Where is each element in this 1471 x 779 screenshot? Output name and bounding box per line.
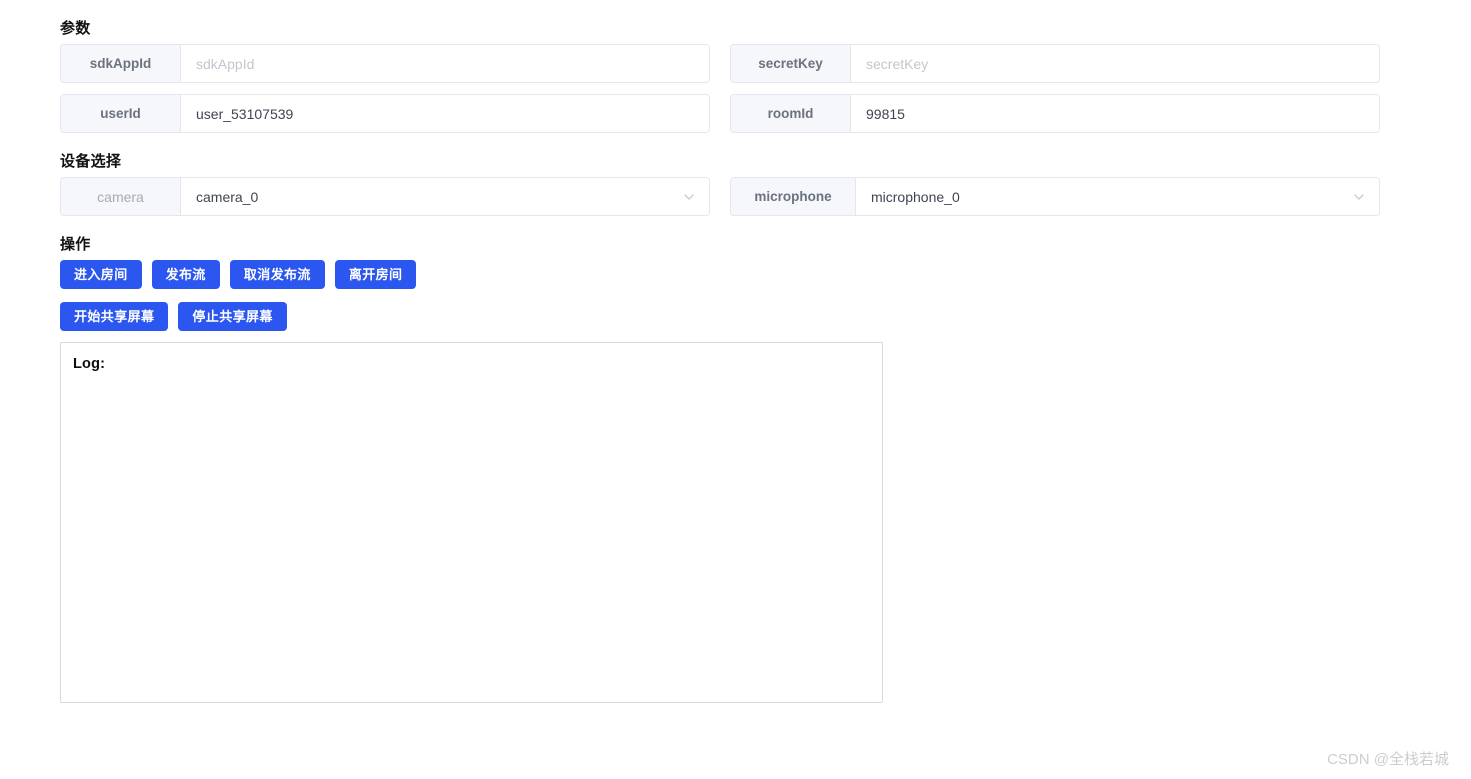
- leave-room-button[interactable]: 离开房间: [334, 260, 417, 289]
- field-control-camera[interactable]: camera_0: [181, 178, 709, 215]
- watermark: CSDN @全栈若城: [1327, 751, 1449, 768]
- section-title-params: 参数: [60, 20, 91, 37]
- field-label-userid: userId: [61, 95, 181, 132]
- field-control-userid: [181, 95, 709, 132]
- microphone-selected-value: microphone_0: [871, 188, 960, 205]
- field-control-secretkey: [851, 45, 1379, 82]
- field-label-microphone: microphone: [731, 178, 856, 215]
- secretkey-input[interactable]: [851, 45, 1379, 82]
- field-camera-select[interactable]: camera camera_0: [60, 177, 710, 216]
- field-secretkey: secretKey: [730, 44, 1380, 83]
- operation-button-row-primary: 进入房间 发布流 取消发布流 离开房间: [60, 260, 417, 289]
- stop-screen-share-button[interactable]: 停止共享屏幕: [178, 302, 287, 331]
- field-label-camera: camera: [61, 178, 181, 215]
- operation-button-row-screenshare: 开始共享屏幕 停止共享屏幕: [60, 302, 287, 331]
- field-roomid: roomId: [730, 94, 1380, 133]
- unpublish-stream-button[interactable]: 取消发布流: [229, 260, 325, 289]
- section-title-operations: 操作: [60, 236, 91, 253]
- field-microphone-select[interactable]: microphone microphone_0: [730, 177, 1380, 216]
- field-userid: userId: [60, 94, 710, 133]
- field-label-roomid: roomId: [731, 95, 851, 132]
- log-panel[interactable]: Log:: [60, 342, 883, 703]
- start-screen-share-button[interactable]: 开始共享屏幕: [60, 302, 169, 331]
- camera-selected-value: camera_0: [196, 188, 259, 205]
- field-control-sdkappid: [181, 45, 709, 82]
- field-control-roomid: [851, 95, 1379, 132]
- log-heading: Log:: [73, 356, 106, 372]
- enter-room-button[interactable]: 进入房间: [60, 260, 142, 289]
- chevron-down-icon: [1352, 190, 1366, 204]
- field-label-sdkappid: sdkAppId: [61, 45, 181, 82]
- sdkappid-input[interactable]: [181, 45, 709, 82]
- field-control-microphone[interactable]: microphone_0: [856, 178, 1379, 215]
- field-label-secretkey: secretKey: [731, 45, 851, 82]
- section-title-devices: 设备选择: [60, 153, 122, 170]
- userid-input[interactable]: [181, 95, 709, 132]
- roomid-input[interactable]: [851, 95, 1379, 132]
- chevron-down-icon: [682, 190, 696, 204]
- publish-stream-button[interactable]: 发布流: [151, 260, 220, 289]
- app-root: 参数 sdkAppId secretKey userId roomId 设备选择…: [0, 0, 1471, 779]
- log-output: [73, 383, 870, 692]
- field-sdkappid: sdkAppId: [60, 44, 710, 83]
